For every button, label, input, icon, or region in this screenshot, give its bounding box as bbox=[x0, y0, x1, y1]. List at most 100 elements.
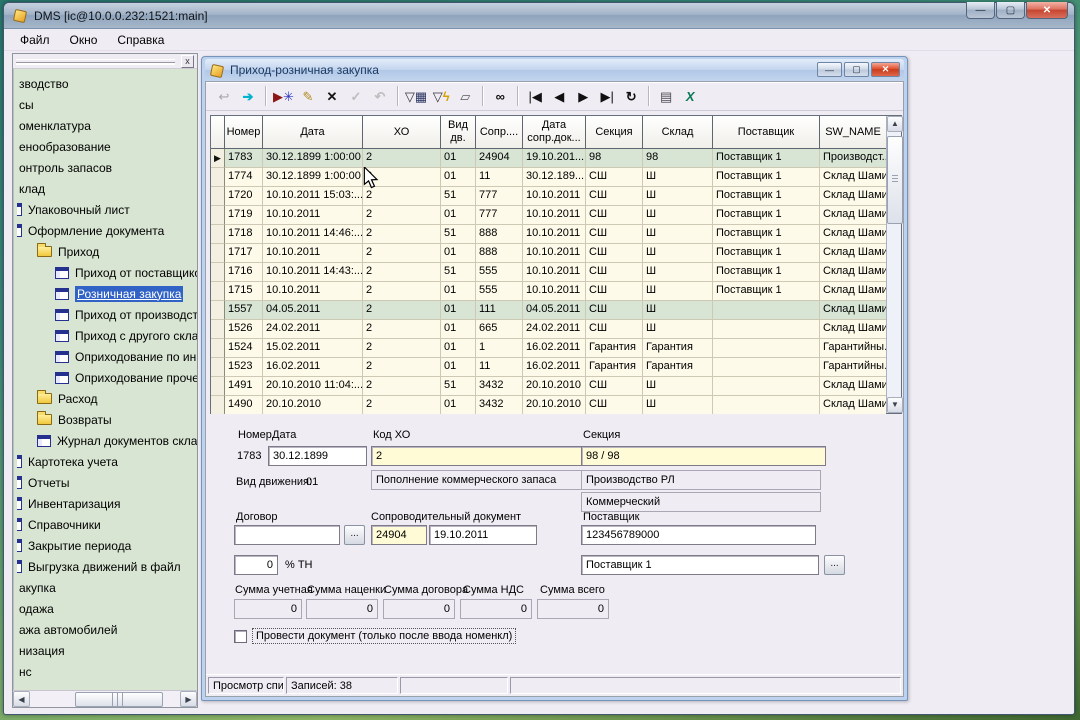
post-record-button[interactable]: ✓ bbox=[344, 84, 368, 108]
grid-column-header[interactable]: Сопр.... bbox=[476, 116, 523, 149]
nav-prior-button[interactable]: ◀ bbox=[547, 84, 571, 108]
filter-dialog-button[interactable]: ▽ ▦ bbox=[403, 84, 429, 108]
sidebar-item-13[interactable]: Оприходование по инвен bbox=[13, 346, 197, 367]
scroll-right-icon[interactable]: ▶ bbox=[180, 691, 197, 707]
sidebar-item-4[interactable]: онтроль запасов bbox=[13, 157, 197, 178]
table-row[interactable]: 1718 10.10.2011 14:46:... 2 51 888 10.10.2011… bbox=[211, 225, 886, 244]
grid-column-header[interactable]: ХО bbox=[363, 116, 441, 149]
edit-record-button[interactable]: ✎ bbox=[296, 84, 320, 108]
export-excel-button[interactable]: X bbox=[678, 84, 702, 108]
table-row[interactable]: 1719 10.10.2011 2 01 777 10.10.2011 СШ Ш Поставщ… bbox=[211, 206, 886, 225]
maximize-button[interactable]: ▢ bbox=[996, 2, 1025, 19]
child-title-bar[interactable]: Приход-розничная закупка — ▢ ✕ bbox=[205, 59, 904, 81]
search-button[interactable]: ∞ bbox=[488, 84, 512, 108]
sidebar-item-27[interactable]: низация bbox=[13, 640, 197, 661]
sidebar-item-10[interactable]: Розничная закупка bbox=[13, 283, 197, 304]
sidebar-item-3[interactable]: енообразование bbox=[13, 136, 197, 157]
table-row[interactable]: 1717 10.10.2011 2 01 888 10.10.2011 СШ Ш Поставщ… bbox=[211, 244, 886, 263]
sidebar-item-19[interactable]: Отчеты bbox=[13, 472, 197, 493]
sidebar-item-14[interactable]: Оприходование прочее bbox=[13, 367, 197, 388]
sidebar-item-17[interactable]: Журнал документов склада bbox=[13, 430, 197, 451]
table-row[interactable]: 1491 20.10.2010 11:04:... 2 51 3432 20.10.201… bbox=[211, 377, 886, 396]
return-button[interactable]: ↩ bbox=[212, 84, 236, 108]
sidebar-item-26[interactable]: ажа автомобилей bbox=[13, 619, 197, 640]
sidebar-item-9[interactable]: Приход от поставщиков bbox=[13, 262, 197, 283]
sidebar-item-22[interactable]: Закрытие периода bbox=[13, 535, 197, 556]
sidebar-item-5[interactable]: клад bbox=[13, 178, 197, 199]
sidebar-item-20[interactable]: Инвентаризация bbox=[13, 493, 197, 514]
grid-column-header[interactable]: Дата сопр.док... bbox=[523, 116, 586, 149]
sidebar-item-12[interactable]: Приход с другого склада bbox=[13, 325, 197, 346]
sidebar-item-24[interactable]: акупка bbox=[13, 577, 197, 598]
sidebar-item-7[interactable]: Оформление документа bbox=[13, 220, 197, 241]
sidebar-item-0[interactable]: зводство bbox=[13, 73, 197, 94]
scroll-left-icon[interactable]: ◀ bbox=[13, 691, 30, 707]
table-row[interactable]: 1557 04.05.2011 2 01 111 04.05.2011 СШ Ш Склад Ш… bbox=[211, 301, 886, 320]
filter-quick-button[interactable]: ▽ ϟ bbox=[429, 84, 453, 108]
sidebar-item-8[interactable]: Приход bbox=[13, 241, 197, 262]
minimize-button[interactable]: — bbox=[966, 2, 995, 19]
nav-first-button[interactable]: |◀ bbox=[523, 84, 547, 108]
sidebar-item-16[interactable]: Возвраты bbox=[13, 409, 197, 430]
sidebar-item-21[interactable]: Справочники bbox=[13, 514, 197, 535]
postavshik-name-field[interactable]: Поставщик 1 bbox=[581, 555, 819, 575]
kod-ho-field[interactable]: 2 bbox=[371, 446, 583, 466]
table-row[interactable]: 1524 15.02.2011 2 01 1 16.02.2011 Гарантия Гара… bbox=[211, 339, 886, 358]
nav-next-button[interactable]: ▶ bbox=[571, 84, 595, 108]
grid-column-header[interactable]: Секция bbox=[586, 116, 643, 149]
sekcia-field[interactable]: 98 / 98 bbox=[581, 446, 826, 466]
child-minimize-button[interactable]: — bbox=[817, 62, 842, 77]
sidebar-item-15[interactable]: Расход bbox=[13, 388, 197, 409]
nav-last-button[interactable]: ▶| bbox=[595, 84, 619, 108]
scroll-up-icon[interactable]: ▲ bbox=[887, 116, 903, 132]
panel-close-button[interactable]: x bbox=[181, 55, 194, 68]
scroll-down-icon[interactable]: ▼ bbox=[887, 397, 903, 413]
table-row[interactable]: 1716 10.10.2011 14:43:... 2 51 555 10.10.2011… bbox=[211, 263, 886, 282]
grid-vertical-scrollbar[interactable]: ▲ ▼ bbox=[886, 116, 903, 413]
grid-column-header[interactable]: SW_NAME bbox=[820, 116, 886, 149]
grid-scrollbar-thumb[interactable] bbox=[887, 136, 903, 224]
delete-record-button[interactable]: ✕ bbox=[320, 84, 344, 108]
panel-grab-handle[interactable] bbox=[16, 59, 175, 63]
table-row[interactable]: 1720 10.10.2011 15:03:... 2 51 777 10.10.2011… bbox=[211, 187, 886, 206]
table-row[interactable]: 1523 16.02.2011 2 01 11 16.02.2011 Гарантия Гар… bbox=[211, 358, 886, 377]
refresh-button[interactable]: ↻ bbox=[619, 84, 643, 108]
child-close-button[interactable]: ✕ bbox=[871, 62, 900, 77]
table-row[interactable]: 1715 10.10.2011 2 01 555 10.10.2011 СШ Ш Поставщ… bbox=[211, 282, 886, 301]
provesti-checkbox[interactable] bbox=[234, 630, 247, 643]
sidebar-item-18[interactable]: Картотека учета bbox=[13, 451, 197, 472]
postavshik-lookup-button[interactable]: ... bbox=[824, 555, 845, 575]
sidebar-item-23[interactable]: Выгрузка движений в файл bbox=[13, 556, 197, 577]
sidebar-item-2[interactable]: оменклатура bbox=[13, 115, 197, 136]
cancel-edit-button[interactable]: ↶ bbox=[368, 84, 392, 108]
sidebar-item-11[interactable]: Приход от производства bbox=[13, 304, 197, 325]
date-field[interactable]: 30.12.1899 bbox=[268, 446, 367, 466]
dogovor-lookup-button[interactable]: ... bbox=[344, 525, 365, 545]
filter-clear-button[interactable]: ▱ bbox=[453, 84, 477, 108]
sidebar-item-28[interactable]: нс bbox=[13, 661, 197, 682]
grid-column-header[interactable]: Вид дв. bbox=[441, 116, 476, 149]
scrollbar-thumb[interactable] bbox=[75, 692, 163, 707]
sidebar-item-25[interactable]: одажа bbox=[13, 598, 197, 619]
print-button[interactable]: ▤ bbox=[654, 84, 678, 108]
postavshik-code-field[interactable]: 123456789000 bbox=[581, 525, 816, 545]
menu-item-0[interactable]: Файл bbox=[10, 30, 60, 50]
tn-percent-field[interactable]: 0 bbox=[234, 555, 278, 575]
close-button[interactable]: ✕ bbox=[1026, 2, 1068, 19]
table-row[interactable]: 1490 20.10.2010 2 01 3432 20.10.2010 СШ Ш Склад … bbox=[211, 396, 886, 415]
grid-column-header[interactable]: Дата bbox=[263, 116, 363, 149]
menu-item-1[interactable]: Окно bbox=[60, 30, 108, 50]
child-maximize-button[interactable]: ▢ bbox=[844, 62, 869, 77]
sidebar-item-1[interactable]: сы bbox=[13, 94, 197, 115]
table-row[interactable]: ▶ 1783 30.12.1899 1:00:00 2 01 24904 19.10.201… bbox=[211, 149, 886, 168]
sopr-number-field[interactable]: 24904 bbox=[371, 525, 427, 545]
provesti-checkbox-label[interactable]: Провести документ (только после ввода но… bbox=[252, 628, 517, 644]
main-title-bar[interactable]: DMS [ic@10.0.0.232:1521:main] — ▢ ✕ bbox=[4, 2, 1074, 29]
table-row[interactable]: 177430.12.1899 1:00:002011130.12.189...С… bbox=[211, 168, 886, 187]
grid-column-header[interactable]: Поставщик bbox=[713, 116, 820, 149]
tree-horizontal-scrollbar[interactable]: ◀ ▶ bbox=[13, 690, 197, 707]
sidebar-item-6[interactable]: Упаковочный лист bbox=[13, 199, 197, 220]
table-row[interactable]: 1526 24.02.2011 2 01 665 24.02.2011 СШ Ш Склад Ш… bbox=[211, 320, 886, 339]
dogovor-field[interactable] bbox=[234, 525, 340, 545]
insert-record-button[interactable]: ▶ ✳ bbox=[271, 84, 296, 108]
